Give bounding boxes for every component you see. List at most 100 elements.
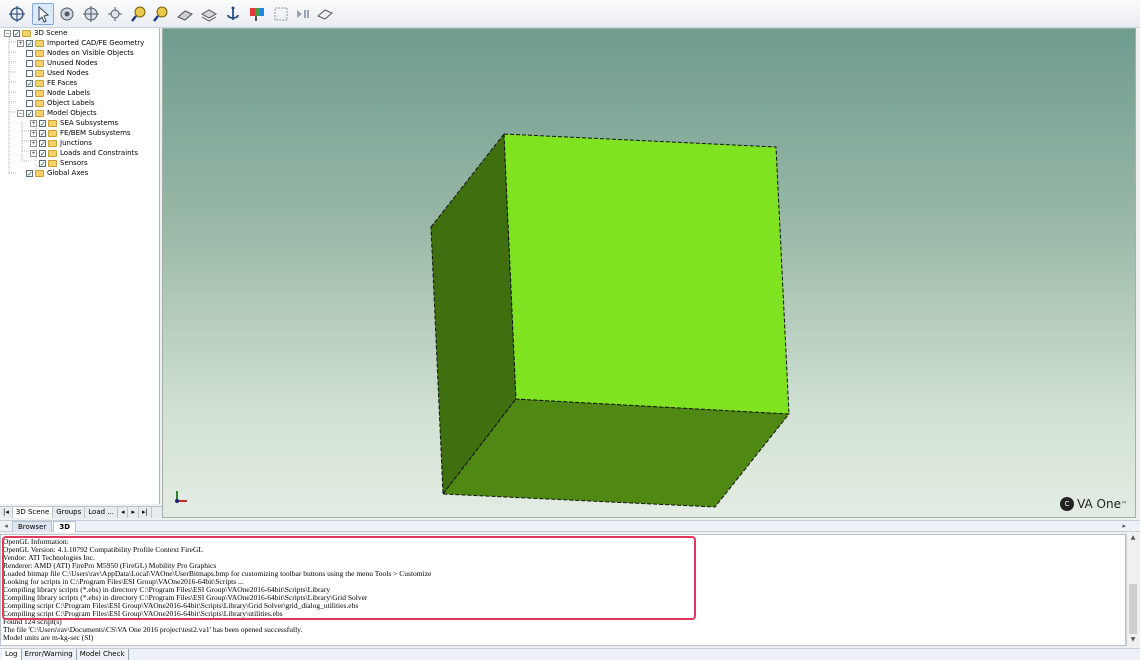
zoom-in-icon [131,6,146,22]
tab-browser[interactable]: Browser [12,520,53,532]
tab-nav-prev[interactable]: ◂ [118,507,129,518]
tree-item-label: Loads and Constraints [60,149,138,157]
rotate-3d-button[interactable] [80,3,102,25]
checkbox-icon[interactable]: ✓ [13,29,20,37]
tree-item-junctions[interactable]: + ✓ Junctions [30,138,92,148]
expand-icon[interactable]: + [17,39,24,47]
expand-icon[interactable]: + [30,149,37,157]
tab-load[interactable]: Load ... [85,507,118,518]
checkbox-icon[interactable] [26,69,33,77]
tree-item-fe-faces[interactable]: ✓ FE Faces [17,78,77,88]
anchor-button[interactable] [222,3,244,25]
tree-item-fe-bem-subsystems[interactable]: + ✓ FE/BEM Subsystems [30,128,131,138]
select-button[interactable] [32,3,54,25]
tab-scroll-right-icon[interactable]: ▸ [1122,522,1126,530]
tree-tab-bar: |◂ 3D Scene Groups Load ... ◂ ▸ ▸| [0,506,162,518]
tree-item-object-labels[interactable]: Object Labels [17,98,95,108]
tree-item-loads-constraints[interactable]: + ✓ Loads and Constraints [30,148,138,158]
pan-icon [9,6,25,22]
tree-item-label: Imported CAD/FE Geometry [47,39,145,47]
tree-item-used-nodes[interactable]: Used Nodes [17,68,89,78]
log-output[interactable]: OpenGL Information: OpenGL Version: 4.1.… [0,534,1126,646]
zoom-out-button[interactable] [150,3,172,25]
collapse-icon[interactable]: − [4,29,11,37]
folder-icon [35,99,44,107]
tree-item-label: Unused Nodes [47,59,98,67]
tab-model-check[interactable]: Model Check [77,649,129,660]
scroll-down-icon[interactable]: ▼ [1127,636,1139,646]
checkbox-icon[interactable] [26,99,33,107]
folder-icon [48,159,57,167]
rotate-button[interactable] [56,3,78,25]
cube-front-face[interactable] [503,133,790,415]
folder-icon [48,129,57,137]
grid-button[interactable] [270,3,292,25]
expand-icon[interactable]: + [30,119,37,127]
tree-item-unused-nodes[interactable]: Unused Nodes [17,58,98,68]
tab-log[interactable]: Log [2,649,22,660]
tree-item-sensors[interactable]: ✓ Sensors [30,158,88,168]
folder-icon [22,29,31,37]
checkbox-icon[interactable]: ✓ [39,129,46,137]
checkbox-icon[interactable]: ✓ [39,159,46,167]
tree-item-model-objects[interactable]: − ✓ Model Objects [17,108,97,118]
axis-triad-icon [175,491,187,503]
tree-item-label: Nodes on Visible Objects [47,49,134,57]
tree-item-nodes-visible[interactable]: Nodes on Visible Objects [17,48,134,58]
folder-icon [35,59,44,67]
logo-icon: C [1060,497,1075,511]
play-pause-button[interactable] [292,3,314,25]
tab-nav-last[interactable]: ▸| [139,507,152,518]
scroll-up-icon[interactable]: ▲ [1127,534,1139,544]
color-map-button[interactable] [246,3,268,25]
tree-item-global-axes[interactable]: ✓ Global Axes [17,168,88,178]
folder-icon [35,109,44,117]
tab-nav-first[interactable]: |◂ [0,507,13,518]
log-scrollbar[interactable]: ▲ ▼ [1126,534,1138,646]
checkbox-icon[interactable]: ✓ [26,169,33,177]
expand-icon[interactable]: + [30,139,37,147]
checkbox-icon[interactable] [26,89,33,97]
tree-item-3d-scene[interactable]: − ✓ 3D Scene [4,28,67,38]
tab-3d-scene[interactable]: 3D Scene [12,507,54,518]
folder-icon [35,69,44,77]
collapse-icon[interactable]: − [17,109,24,117]
tree-item-label: FE/BEM Subsystems [60,129,131,137]
tree-item-sea-subsystems[interactable]: + ✓ SEA Subsystems [30,118,118,128]
tree-item-node-labels[interactable]: Node Labels [17,88,90,98]
scroll-thumb[interactable] [1129,584,1137,634]
tab-scroll-left-icon[interactable]: ◂ [0,522,12,530]
select-arrow-icon [38,5,50,23]
folder-icon [35,49,44,57]
tab-3d[interactable]: 3D [53,520,77,532]
tab-error-warning[interactable]: Error/Warning [22,649,77,660]
checkbox-icon[interactable] [26,59,33,67]
checkbox-icon[interactable]: ✓ [26,79,33,87]
plane-button[interactable] [174,3,196,25]
tab-groups[interactable]: Groups [53,507,86,518]
log-line: OpenGL Version: 4.1.10792 Compatibility … [3,545,203,554]
tree-item-imported-geometry[interactable]: + ✓ Imported CAD/FE Geometry [17,38,144,48]
checkbox-icon[interactable]: ✓ [39,139,46,147]
tree-item-label: Object Labels [47,99,95,107]
checkbox-icon[interactable]: ✓ [26,39,33,47]
expand-icon[interactable]: + [30,129,37,137]
tree-item-label: Node Labels [47,89,91,97]
checkbox-icon[interactable] [26,49,33,57]
scene-tree: − ✓ 3D Scene + ✓ Imported CAD/FE Geometry No… [0,28,160,504]
pan-button[interactable] [6,3,28,25]
cube-model[interactable] [163,29,1137,519]
spin-button[interactable] [104,3,126,25]
log-line: Compiling script C:\Program Files\ESI Gr… [3,609,283,618]
rotate-3d-icon [83,6,99,22]
zoom-in-button[interactable] [128,3,150,25]
3d-viewport[interactable]: C VA One ™ [162,28,1136,518]
plane-icon [177,10,193,21]
checkbox-icon[interactable]: ✓ [39,149,46,157]
folder-icon [35,89,44,97]
checkbox-icon[interactable]: ✓ [26,109,33,117]
checkbox-icon[interactable]: ✓ [39,119,46,127]
layers-button[interactable] [198,3,220,25]
tab-nav-next[interactable]: ▸ [128,507,139,518]
eraser-button[interactable] [314,3,336,25]
